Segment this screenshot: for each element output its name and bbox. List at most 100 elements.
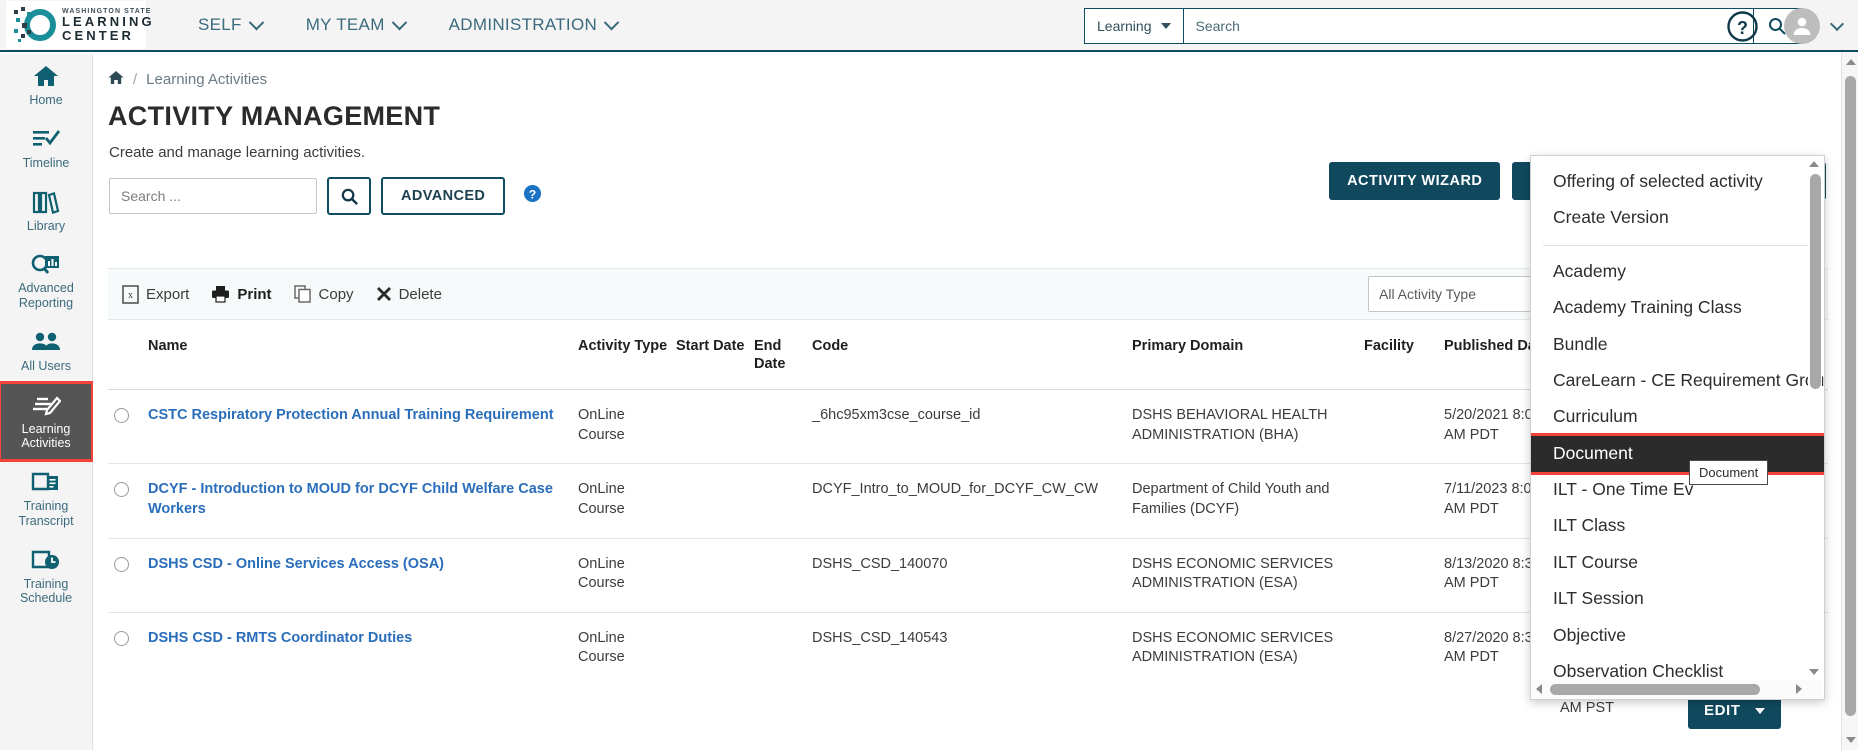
search-submit-button[interactable] xyxy=(327,177,371,215)
sidebar-item-label: Training Transcript xyxy=(18,499,74,528)
search-scope-select[interactable]: Learning xyxy=(1084,8,1184,44)
sidebar-item-library[interactable]: Library xyxy=(0,180,92,243)
search-help-button[interactable]: ? xyxy=(523,184,542,208)
help-circle-icon: ? xyxy=(1727,11,1758,42)
row-select-radio[interactable] xyxy=(114,482,129,498)
left-sidebar: Home Timeline Library Advanced Reporting… xyxy=(0,54,94,750)
row-code: DSHS_CSD_140070 xyxy=(812,555,948,572)
row-select-radio[interactable] xyxy=(114,408,129,424)
scroll-right-arrow-icon[interactable] xyxy=(1796,684,1802,694)
chevron-down-icon xyxy=(1160,23,1171,29)
row-select-radio[interactable] xyxy=(114,556,129,572)
menu-item-curriculum[interactable]: Curriculum xyxy=(1531,399,1824,435)
menu-item-document[interactable]: Document xyxy=(1531,432,1824,476)
row-primary-domain: Department of Child Youth and Families (… xyxy=(1132,481,1330,517)
excel-export-icon: x xyxy=(122,284,139,304)
row-primary-domain: DSHS BEHAVIORAL HEALTH ADMINISTRATION (B… xyxy=(1132,407,1328,443)
export-button[interactable]: x Export xyxy=(122,284,189,304)
menu-item-academy[interactable]: Academy xyxy=(1531,254,1824,290)
activity-type-filter-value: All Activity Type xyxy=(1379,286,1477,302)
top-navigation-bar: WASHINGTON STATE LEARNING CENTER SELF MY… xyxy=(0,0,1858,52)
sidebar-item-training-schedule[interactable]: Training Schedule xyxy=(0,538,92,616)
menu-item-carelearn-ce-requirement-group[interactable]: CareLearn - CE Requirement Grou xyxy=(1531,363,1824,399)
row-activity-type: OnLine Course xyxy=(578,481,625,517)
main-menu: SELF MY TEAM ADMINISTRATION xyxy=(176,9,639,41)
menu-item-bundle[interactable]: Bundle xyxy=(1531,327,1824,363)
row-name-link[interactable]: DSHS CSD - RMTS Coordinator Duties xyxy=(148,629,578,649)
new-activity-dropdown-menu: Offering of selected activity Create Ver… xyxy=(1530,155,1825,700)
menu-item-objective[interactable]: Objective xyxy=(1531,618,1824,654)
column-header-start-date[interactable]: Start Date xyxy=(676,337,754,373)
advanced-search-button[interactable]: ADVANCED xyxy=(381,177,506,215)
nav-item-label: SELF xyxy=(198,15,242,34)
scroll-down-arrow-icon[interactable] xyxy=(1809,669,1819,675)
column-header-code[interactable]: Code xyxy=(812,337,1132,373)
sidebar-item-all-users[interactable]: All Users xyxy=(0,320,92,383)
copy-button[interactable]: Copy xyxy=(293,285,354,303)
row-name-link[interactable]: CSTC Respiratory Protection Annual Train… xyxy=(148,406,578,426)
sidebar-item-label: Timeline xyxy=(22,155,70,170)
page-scrollbar[interactable] xyxy=(1841,52,1858,750)
scrollbar-thumb[interactable] xyxy=(1550,684,1760,695)
row-activity-type: OnLine Course xyxy=(578,407,625,443)
column-header-facility[interactable]: Facility xyxy=(1364,337,1444,373)
column-header-end-date[interactable]: End Date xyxy=(754,337,812,373)
breadcrumb-separator: / xyxy=(133,71,138,88)
menu-item-ilt-class[interactable]: ILT Class xyxy=(1531,508,1824,544)
scroll-down-arrow-icon[interactable] xyxy=(1846,737,1856,743)
row-primary-domain: DSHS ECONOMIC SERVICES ADMINISTRATION (E… xyxy=(1132,629,1334,666)
sidebar-item-home[interactable]: Home xyxy=(0,54,92,117)
row-name-link[interactable]: DSHS CSD - Online Services Access (OSA) xyxy=(148,555,578,575)
print-button[interactable]: Print xyxy=(211,285,272,303)
scroll-left-arrow-icon[interactable] xyxy=(1536,684,1542,694)
nav-item-my-team[interactable]: MY TEAM xyxy=(284,9,427,41)
sidebar-item-label: Home xyxy=(29,93,63,107)
column-header-name[interactable]: Name xyxy=(148,337,578,373)
scroll-up-arrow-icon[interactable] xyxy=(1846,59,1856,65)
row-select-radio[interactable] xyxy=(114,630,129,646)
sidebar-item-timeline[interactable]: Timeline xyxy=(0,117,92,180)
help-button[interactable]: ? xyxy=(1726,10,1759,48)
menu-item-ilt-course[interactable]: ILT Course xyxy=(1531,545,1824,581)
document-tooltip: Document xyxy=(1689,460,1769,485)
sidebar-item-advanced-reporting[interactable]: Advanced Reporting xyxy=(0,242,92,320)
menu-item-create-version[interactable]: Create Version xyxy=(1531,200,1824,236)
breadcrumb-current[interactable]: Learning Activities xyxy=(146,71,267,88)
activity-type-filter[interactable]: All Activity Type xyxy=(1368,276,1553,312)
user-avatar[interactable] xyxy=(1784,8,1820,44)
global-search-input[interactable] xyxy=(1183,8,1754,44)
nav-item-label: ADMINISTRATION xyxy=(448,15,598,34)
printer-icon xyxy=(212,286,230,303)
page-title: ACTIVITY MANAGEMENT xyxy=(108,101,441,131)
column-header-primary-domain[interactable]: Primary Domain xyxy=(1132,337,1364,373)
dropdown-horizontal-scrollbar[interactable] xyxy=(1532,680,1823,698)
nav-item-administration[interactable]: ADMINISTRATION xyxy=(427,9,639,41)
menu-item-ilt-one-time-event[interactable]: ILT - One Time Ev xyxy=(1531,472,1824,508)
help-circle-icon: ? xyxy=(524,184,542,203)
global-search-group: Learning xyxy=(1084,8,1802,44)
column-header-activity-type[interactable]: Activity Type xyxy=(578,337,676,373)
menu-item-ilt-session[interactable]: ILT Session xyxy=(1531,581,1824,617)
search-input[interactable] xyxy=(109,178,317,214)
menu-item-offering-of-selected-activity[interactable]: Offering of selected activity xyxy=(1531,164,1824,200)
sidebar-item-learning-activities[interactable]: Learning Activities xyxy=(0,380,94,462)
caret-down-icon xyxy=(1754,707,1765,714)
menu-item-academy-training-class[interactable]: Academy Training Class xyxy=(1531,290,1824,326)
scrollbar-thumb[interactable] xyxy=(1845,76,1856,716)
scroll-up-arrow-icon[interactable] xyxy=(1809,161,1819,167)
row-name-link[interactable]: DCYF - Introduction to MOUD for DCYF Chi… xyxy=(148,480,578,519)
sidebar-item-training-transcript[interactable]: Training Transcript xyxy=(0,460,92,538)
scrollbar-thumb[interactable] xyxy=(1810,174,1821,389)
toolbar-item-label: Delete xyxy=(398,285,442,303)
dropdown-vertical-scrollbar[interactable] xyxy=(1808,158,1822,679)
app-logo[interactable]: WASHINGTON STATE LEARNING CENTER xyxy=(6,1,152,49)
delete-button[interactable]: Delete xyxy=(376,286,442,303)
activity-wizard-button[interactable]: ACTIVITY WIZARD xyxy=(1329,162,1501,200)
timeline-icon xyxy=(32,126,60,152)
chevron-down-icon xyxy=(391,14,407,30)
row-code: DSHS_CSD_140543 xyxy=(812,629,948,646)
sidebar-item-label: All Users xyxy=(20,358,71,373)
breadcrumb-home-icon[interactable] xyxy=(108,70,124,89)
nav-item-self[interactable]: SELF xyxy=(176,9,284,41)
user-menu-chevron-down-icon[interactable] xyxy=(1829,16,1845,32)
